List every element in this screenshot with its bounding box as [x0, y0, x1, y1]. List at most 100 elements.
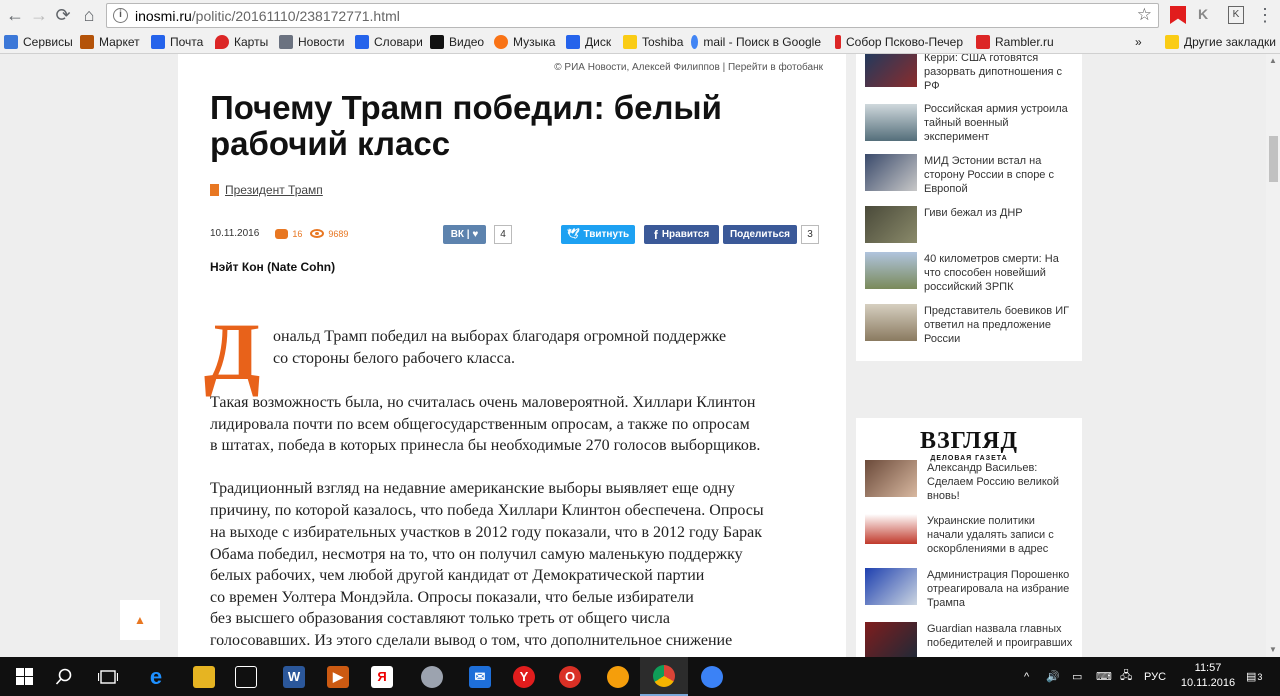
vk-share-count: 4 — [494, 225, 512, 244]
news-thumbnail[interactable] — [865, 622, 917, 657]
bookmark-item[interactable]: Словари — [355, 35, 423, 49]
bookmark-item[interactable]: Новости — [279, 35, 344, 49]
taskbar-app-chrome[interactable] — [640, 657, 688, 696]
bookmark-item[interactable]: Собор Псково-Печер — [835, 35, 963, 49]
scrollbar-thumb[interactable] — [1269, 136, 1278, 182]
taskbar-app[interactable] — [408, 657, 456, 696]
reload-icon[interactable]: ⟳ — [52, 4, 74, 26]
news-thumbnail[interactable] — [865, 568, 917, 605]
battery-icon[interactable]: ▭ — [1072, 657, 1082, 696]
news-thumbnail[interactable] — [865, 252, 917, 289]
comments-count[interactable]: 16 — [292, 229, 302, 239]
taskbar-app[interactable]: W — [270, 657, 318, 696]
news-link[interactable]: Представитель боевиков ИГ ответил на пре… — [924, 304, 1070, 346]
bookmark-item[interactable]: Карты — [215, 35, 268, 49]
news-thumbnail[interactable] — [865, 514, 917, 544]
comments-icon[interactable] — [275, 228, 289, 239]
other-bookmarks[interactable]: Другие закладки — [1165, 35, 1276, 49]
news-link[interactable]: Guardian назвала главных победителей и п… — [927, 622, 1073, 652]
chrome-icon — [653, 664, 675, 687]
taskbar-app[interactable]: Y — [500, 657, 548, 696]
article-author[interactable]: Нэйт Кон (Nate Cohn) — [210, 260, 335, 274]
news-link[interactable]: Гиви бежал из ДНР — [924, 206, 1070, 220]
address-url: inosmi.ru/politic/20161110/238172771.htm… — [135, 8, 400, 24]
bookmark-item[interactable]: Диск — [566, 35, 611, 49]
paragraph-line: со времен Уолтера Мондэйла. Опросы показ… — [210, 589, 694, 606]
vzglyad-logo[interactable]: ВЗГЛЯД — [856, 428, 1082, 455]
scroll-down-arrow-icon[interactable]: ▼ — [1266, 643, 1280, 657]
news-link[interactable]: Александр Васильев: Сделаем Россию велик… — [927, 461, 1073, 503]
bookmark-item[interactable]: Rambler.ru — [976, 35, 1054, 49]
disk-icon — [566, 35, 580, 49]
dictionary-icon — [355, 35, 369, 49]
page-scrollbar[interactable]: ▲ ▼ — [1266, 54, 1280, 657]
menu-icon[interactable]: ⋮ — [1254, 4, 1276, 26]
taskbar-app[interactable]: O — [546, 657, 594, 696]
network-icon[interactable]: 🖧 — [1120, 657, 1132, 696]
yandex-browser-icon: Y — [513, 665, 535, 688]
share-button[interactable]: Поделиться — [723, 225, 797, 244]
paragraph-line: причину, по которой казалось, что победа… — [210, 502, 764, 519]
bookmark-star-icon[interactable]: ☆ — [1137, 5, 1152, 25]
news-icon — [279, 35, 293, 49]
task-view-icon — [98, 669, 118, 684]
address-bar[interactable]: i inosmi.ru/politic/20161110/238172771.h… — [106, 3, 1159, 28]
keyboard-icon[interactable]: ⌨ — [1096, 657, 1112, 696]
news-link[interactable]: Российская армия устроила тайный военный… — [924, 102, 1070, 144]
search-button[interactable] — [40, 657, 88, 696]
home-icon[interactable]: ⌂ — [78, 4, 100, 26]
taskbar-app[interactable] — [222, 657, 270, 696]
extension-box-icon[interactable]: K — [1228, 6, 1244, 24]
news-link[interactable]: Украинские политики начали удалять запис… — [927, 514, 1073, 556]
bookmark-item[interactable]: Музыка — [494, 35, 555, 49]
task-view-button[interactable] — [84, 657, 132, 696]
back-arrow-icon[interactable]: ← — [4, 4, 26, 26]
news-thumbnail[interactable] — [865, 154, 917, 191]
tray-overflow-icon[interactable]: ^ — [1024, 657, 1029, 696]
volume-icon[interactable]: 🔊 — [1046, 657, 1060, 696]
facebook-like-button[interactable]: f Нравится — [644, 225, 719, 244]
taskbar-app[interactable] — [594, 657, 642, 696]
bookmark-item[interactable]: Маркет — [80, 35, 140, 49]
bookmarks-more-button[interactable]: » — [1135, 35, 1142, 49]
news-thumbnail[interactable] — [865, 304, 917, 341]
taskbar-app[interactable] — [688, 657, 736, 696]
scroll-to-top-button[interactable]: ▲ — [120, 600, 160, 640]
article-tag[interactable]: Президент Трамп — [210, 183, 323, 197]
bookmark-item[interactable]: Видео — [430, 35, 484, 49]
taskbar-app[interactable] — [180, 657, 228, 696]
language-indicator[interactable]: РУС — [1144, 657, 1166, 696]
paragraph-line: без высшего образования составляют тольк… — [210, 610, 670, 627]
article: © РИА Новости, Алексей Филиппов | Перейт… — [178, 54, 846, 657]
notifications-button[interactable]: ▤ 3 — [1246, 657, 1262, 696]
news-thumbnail[interactable] — [865, 460, 917, 497]
scroll-up-arrow-icon[interactable]: ▲ — [1266, 54, 1280, 68]
taskbar-app[interactable]: ✉ — [456, 657, 504, 696]
article-meta: 10.11.2016 16 9689 — [210, 228, 356, 239]
vk-share-button[interactable]: ВК | ♥ — [443, 225, 486, 244]
news-thumbnail[interactable] — [865, 54, 917, 87]
info-icon[interactable]: i — [113, 8, 128, 23]
bookmark-item[interactable]: Почта — [151, 35, 203, 49]
news-thumbnail[interactable] — [865, 104, 917, 141]
news-link[interactable]: МИД Эстонии встал на сторону России в сп… — [924, 154, 1070, 196]
forward-arrow-icon[interactable]: → — [28, 4, 50, 26]
system-clock[interactable]: 11:57 10.11.2016 — [1178, 661, 1238, 691]
bookmark-item[interactable]: Сервисы — [4, 35, 73, 49]
paint-icon — [701, 665, 723, 688]
taskbar-app[interactable]: Я — [358, 657, 406, 696]
bookmark-item[interactable]: Toshiba — [623, 35, 683, 49]
photo-credit[interactable]: © РИА Новости, Алексей Филиппов | Перейт… — [178, 62, 823, 73]
tweet-button[interactable]: 🕊 Твитнуть — [561, 225, 635, 244]
news-link[interactable]: Администрация Порошенко отреагировала на… — [927, 568, 1073, 610]
yandex-icon: Я — [371, 665, 393, 688]
news-link[interactable]: Керри: США готовятся разорвать дипотноше… — [924, 54, 1070, 93]
bookmark-item[interactable]: mail - Поиск в Google — [691, 35, 821, 49]
extension-k-icon[interactable]: K — [1198, 6, 1214, 24]
taskbar-app[interactable]: ▶ — [314, 657, 362, 696]
news-thumbnail[interactable] — [865, 206, 917, 243]
bookmark-extension-icon[interactable] — [1170, 6, 1186, 24]
news-link[interactable]: 40 километров смерти: На что способен но… — [924, 252, 1070, 294]
taskbar-app[interactable]: e — [132, 657, 180, 696]
views-icon — [310, 229, 325, 238]
